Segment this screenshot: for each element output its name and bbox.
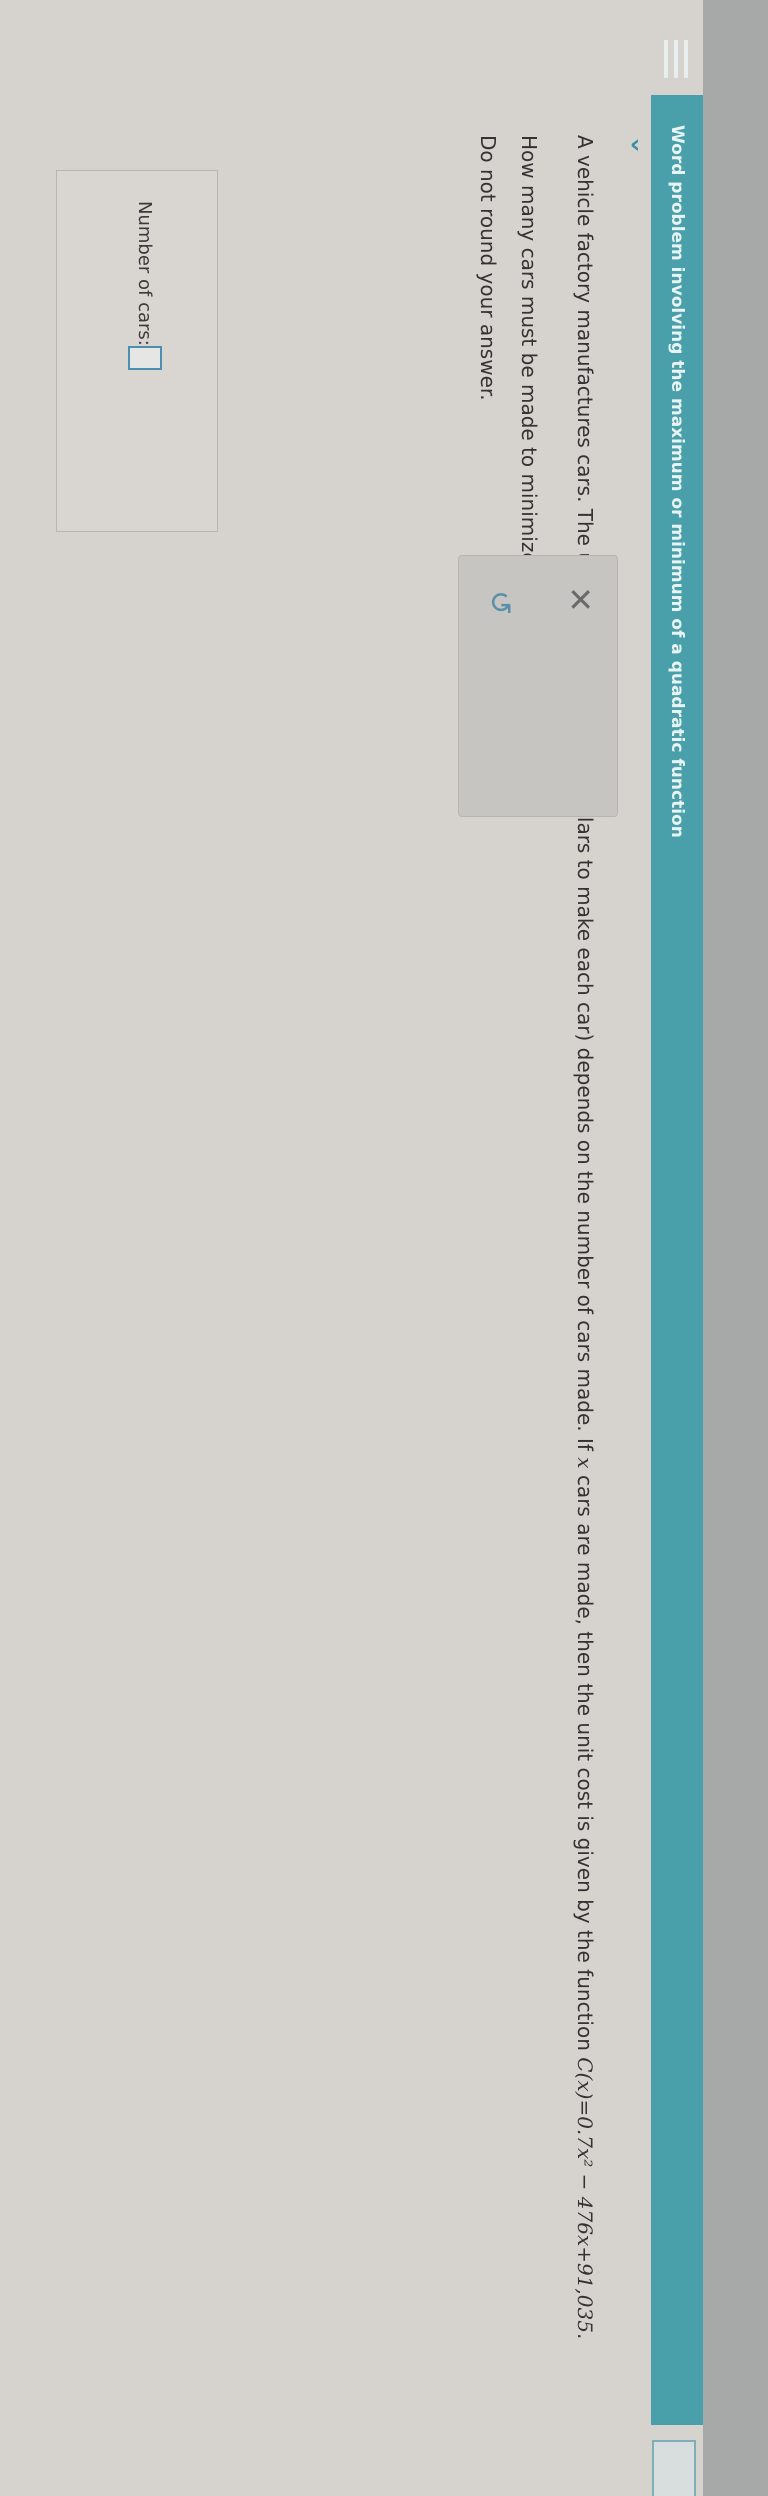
action-panel: ✕ ↺ — [458, 555, 618, 817]
topic-header-bar: Word problem involving the maximum or mi… — [651, 95, 703, 2425]
hamburger-icon[interactable] — [664, 40, 688, 78]
rounding-note: Do not round your answer. — [476, 135, 500, 401]
answer-box: Number of cars: — [56, 170, 218, 532]
browser-frame-band — [703, 0, 768, 2496]
undo-icon[interactable]: ↺ — [482, 590, 517, 615]
answer-label: Number of cars: — [134, 201, 155, 346]
header-corner-button[interactable] — [652, 2440, 696, 2496]
chevron-down-icon[interactable]: › — [630, 130, 641, 160]
screen-content: Word problem involving the maximum or mi… — [0, 0, 768, 2496]
page: Word problem involving the maximum or mi… — [0, 0, 768, 2496]
topic-title: Word problem involving the maximum or mi… — [667, 125, 687, 838]
problem-statement: A vehicle factory manufactures cars. The… — [517, 135, 597, 2340]
close-icon[interactable]: ✕ — [561, 586, 599, 613]
cost-function: C(x)=0.7x² − 476x+91,035 — [573, 2057, 597, 2333]
number-of-cars-input[interactable] — [128, 346, 162, 370]
